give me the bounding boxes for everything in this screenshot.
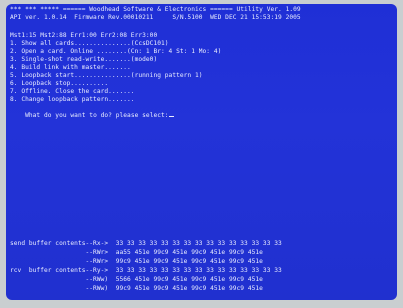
send-buffer-rx: send buffer contents--Rx-> 33 33 33 33 3… — [10, 240, 282, 247]
selection-prompt[interactable]: What do you want to do? please select: — [10, 104, 174, 128]
menu-item-8[interactable]: 8. Change loopback pattern....... — [10, 96, 135, 104]
send-buffer-rwr-1: --RWr> aa55 451e 99c9 451e 99c9 451e 99c… — [10, 249, 263, 256]
prompt-text: What do you want to do? please select: — [25, 112, 169, 119]
menu-item-7[interactable]: 7. Offline. Close the card....... — [10, 88, 135, 96]
title-line: *** *** ***** ====== Woodhead Software &… — [10, 6, 301, 13]
menu-item-4[interactable]: 4. Build link with master....... — [10, 64, 131, 72]
menu-item-6[interactable]: 6. Loopback stop.......... — [10, 80, 108, 88]
terminal-screen: *** *** ***** ====== Woodhead Software &… — [6, 4, 397, 300]
menu-item-3[interactable]: 3. Single-shot read-write.......(mode0) — [10, 56, 157, 64]
info-line: API ver. 1.0.14 Firmware Rev.00010211 S/… — [10, 14, 301, 21]
rcv-buffer-rww-1: --RWw) 5566 451e 99c9 451e 99c9 451e 99c… — [10, 276, 263, 283]
menu-item-5[interactable]: 5. Loopback start...............(running… — [10, 72, 203, 80]
send-buffer-rwr-2: --RWr> 99c9 451e 99c9 451e 99c9 451e 99c… — [10, 258, 263, 265]
menu-item-1[interactable]: 1. Show all cards...............(CcsDC10… — [10, 40, 169, 48]
rcv-buffer-rww-2: --RWw) 99c9 451e 99c9 451e 99c9 451e 99c… — [10, 285, 263, 292]
text-cursor — [168, 116, 174, 117]
menu-item-2[interactable]: 2. Open a card. Online ........(Cn: 1 Br… — [10, 48, 221, 56]
rcv-buffer-ry: rcv buffer contents--Ry-> 33 33 33 33 33… — [10, 267, 282, 274]
status-line: Mst1:15 Mst2:88 Err1:00 Err2:08 Err3:00 — [10, 32, 158, 39]
